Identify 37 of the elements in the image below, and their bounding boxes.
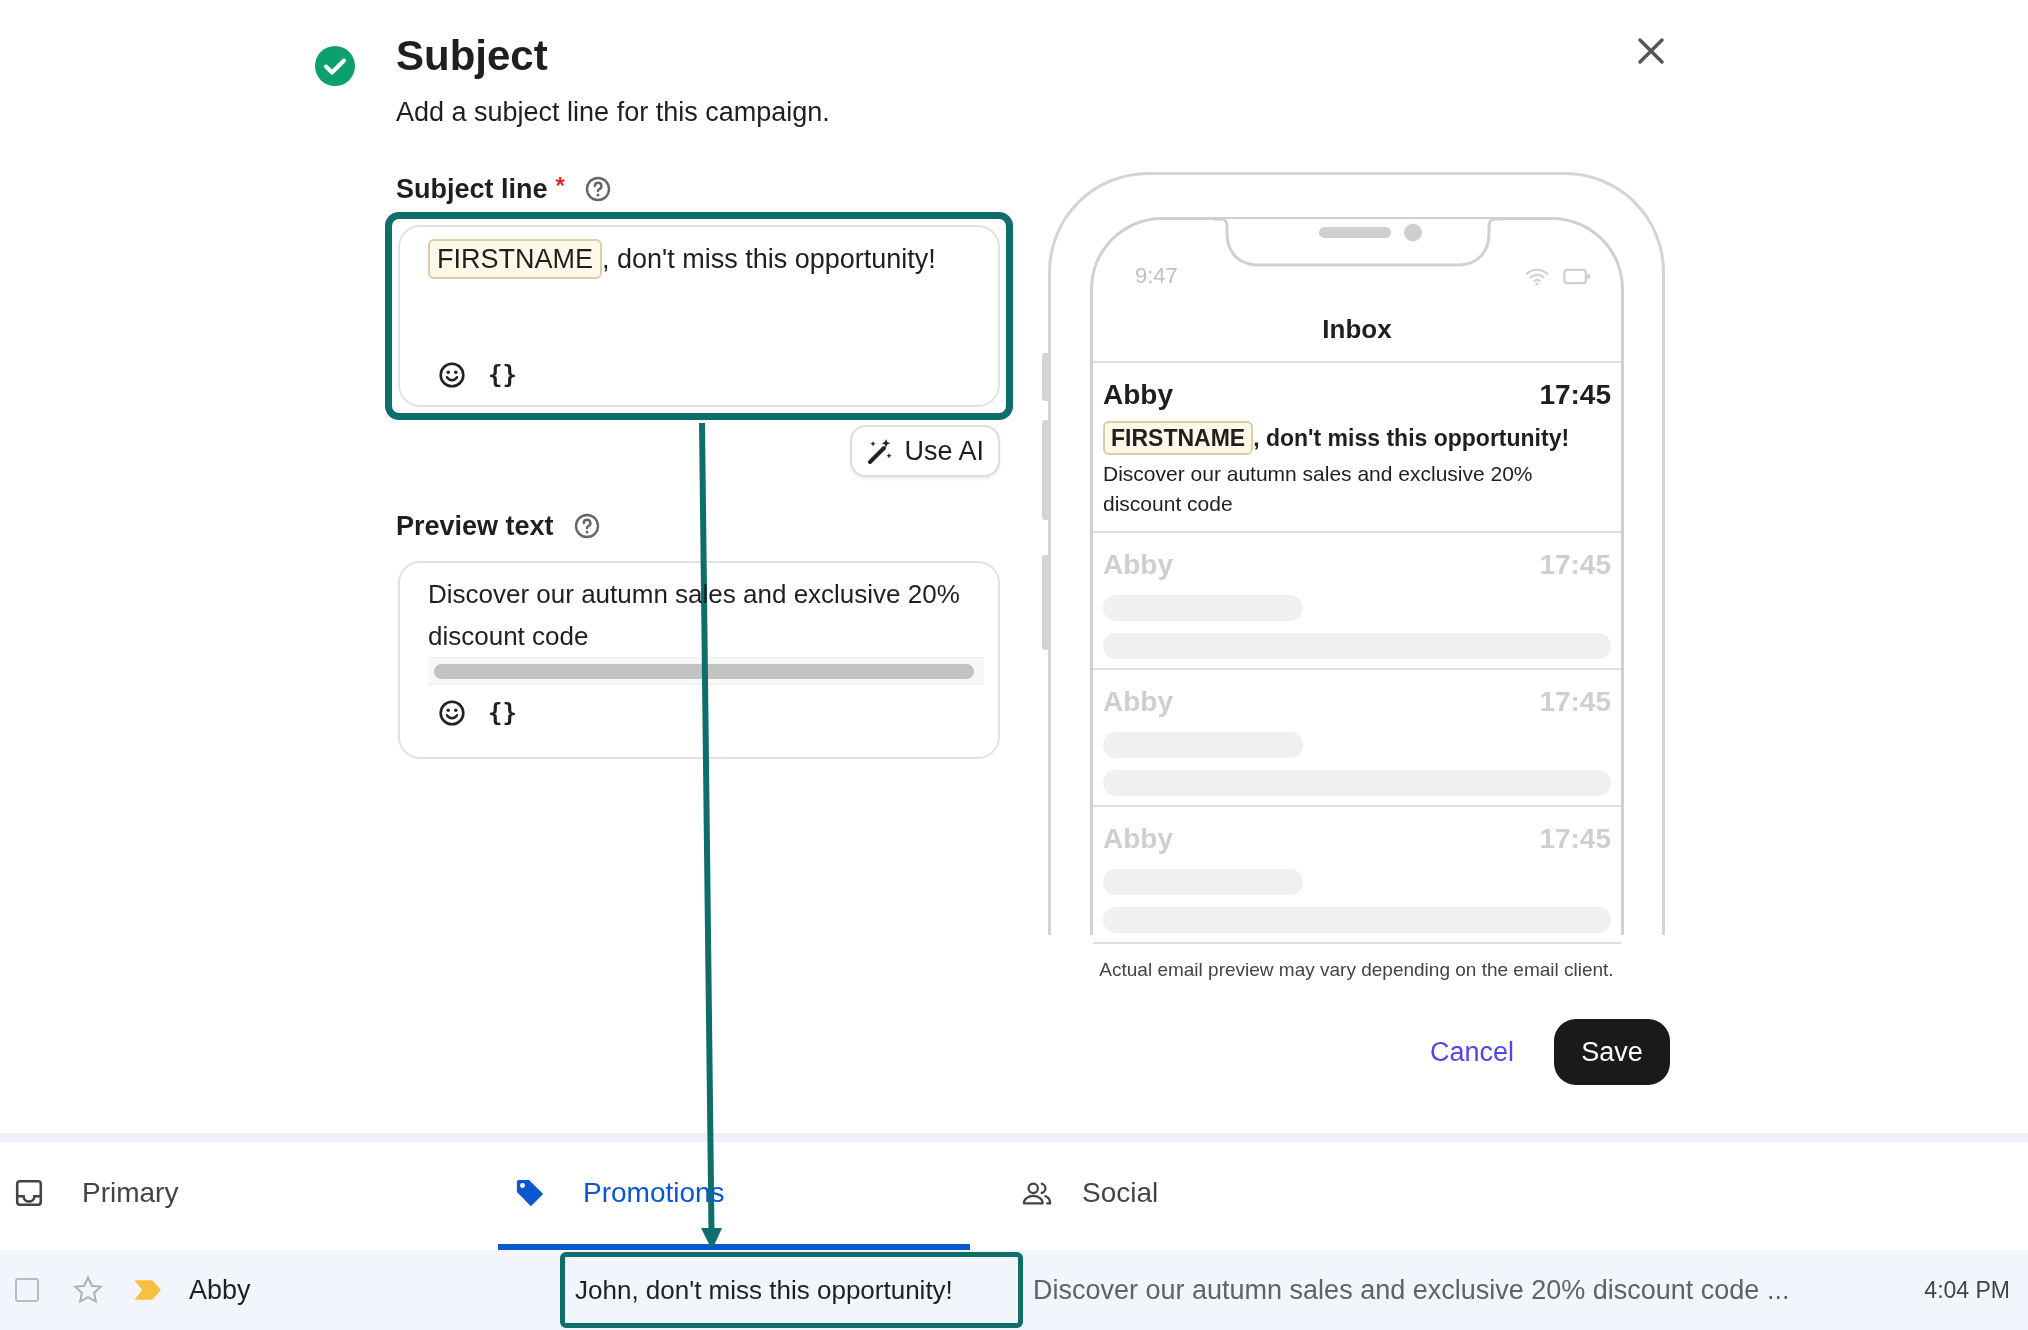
status-time: 9:47 [1135,263,1178,289]
email-row[interactable]: Abby John, don't miss this opportunity! Discover our autumn sales and exclusive 20% discount code ... 4:04 PM [0,1250,2028,1330]
category-tab[interactable]: Primary [0,1142,498,1250]
subject-text: , don't miss this opportunity! [602,244,936,274]
email-subject: John, don't miss this opportunity! [560,1252,1023,1328]
emoji-icon[interactable] [438,699,466,727]
field-label: Preview text [396,510,554,542]
inbox-icon [14,1178,44,1208]
close-icon[interactable] [1637,37,1665,65]
importance-marker-icon[interactable] [135,1280,161,1300]
star-icon[interactable] [73,1275,103,1305]
checkbox[interactable] [15,1278,39,1302]
field-label: Subject line [396,173,548,205]
sender-name: Abby [189,1274,252,1306]
help-icon[interactable] [573,513,600,539]
email-preview[interactable]: Abby 17:45 FIRSTNAME , don't miss this opportunity! Discover our autumn sales and exclusive 20% discount code [1093,363,1621,533]
tag-icon [515,1178,545,1208]
required-mark: * [555,172,565,200]
variable-button[interactable]: {} [488,699,517,727]
battery-icon [1563,267,1591,285]
subject-field[interactable]: FIRSTNAME , don't miss this opportunity! {} [398,225,1000,407]
category-tab[interactable]: Social [970,1142,1159,1250]
modal-subtitle: Add a subject line for this campaign. [396,96,830,129]
emoji-icon[interactable] [438,361,466,389]
email-snippet: Discover our autumn sales and exclusive 20% discount code ... [1033,1274,1790,1306]
cancel-link[interactable]: Cancel [1429,1036,1514,1068]
disclaimer-text: Actual email preview may vary depending on the email client. [1098,959,1615,981]
modal-title: Subject [396,31,549,81]
use-ai-button[interactable]: Use AI [850,425,1000,477]
inbox-title: Inbox [1093,296,1621,363]
wifi-icon [1525,266,1549,286]
merge-tag: FIRSTNAME [428,239,602,279]
scrollbar[interactable] [428,657,984,685]
email-time: 4:04 PM [1924,1276,2010,1304]
save-button[interactable]: Save [1554,1019,1670,1085]
variable-button[interactable]: {} [488,361,517,389]
help-icon[interactable] [584,176,611,202]
